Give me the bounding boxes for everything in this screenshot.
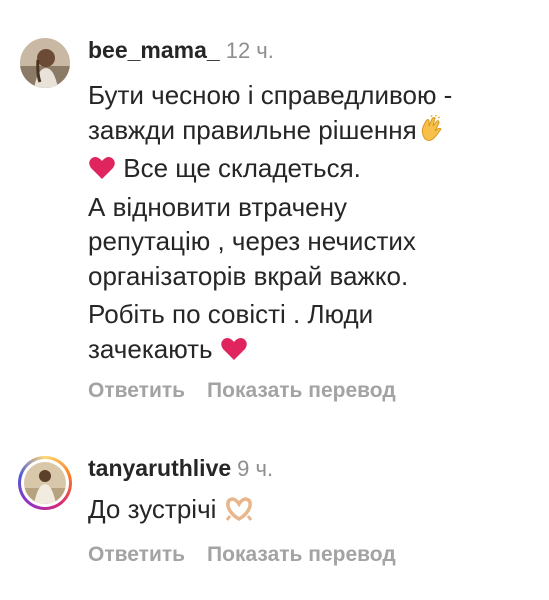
clapping-hands-icon (417, 113, 445, 141)
red-heart-icon (220, 336, 248, 362)
comment-paragraph: Бути чесною і справедливою - завжди прав… (88, 78, 528, 147)
comment-line: Робіть по совісті . Люди (88, 299, 374, 329)
comment-actions: Ответить Показать перевод (88, 378, 396, 404)
username[interactable]: bee_mama_ (88, 37, 220, 63)
comment: bee_mama_ 12 ч. Бути чесною і справедливо… (0, 0, 549, 420)
comment-line: А відновити втрачену (88, 191, 347, 222)
avatar[interactable] (18, 456, 72, 510)
comment-text: До зустрічі (88, 492, 528, 527)
timestamp: 9 ч. (237, 456, 274, 481)
comment-line: репутацію , через нечистих (88, 226, 416, 256)
show-translation-button[interactable]: Показать перевод (207, 543, 396, 566)
comment-header: bee_mama_ 12 ч. (88, 36, 274, 65)
comment-line: організаторів вкрай важко. (88, 260, 409, 291)
show-translation-button[interactable]: Показать перевод (207, 379, 396, 402)
avatar-image (24, 462, 66, 504)
comment-header: tanyaruthlive 9 ч. (88, 454, 273, 483)
comment: tanyaruthlive 9 ч. До зустрічі Ответить По… (0, 420, 549, 600)
comment-paragraph: Все ще складеться. (88, 151, 528, 186)
comment-line: До зустрічі (88, 494, 217, 524)
comment-paragraph: Робіть по совісті . Люди зачекають (88, 297, 528, 366)
username[interactable]: tanyaruthlive (88, 455, 231, 481)
comment-line: завжди правильне рішення (88, 114, 417, 145)
avatar[interactable] (20, 38, 70, 88)
reply-button[interactable]: Ответить (88, 379, 185, 402)
comment-line: зачекають (88, 333, 213, 364)
comment-paragraph: До зустрічі (88, 492, 528, 527)
comment-paragraph: А відновити втрачену репутацію , через н… (88, 190, 528, 294)
heart-hands-icon (224, 496, 252, 522)
comment-actions: Ответить Показать перевод (88, 542, 396, 568)
reply-button[interactable]: Ответить (88, 543, 185, 566)
comment-text: Бути чесною і справедливою - завжди прав… (88, 78, 528, 366)
red-heart-icon (88, 155, 116, 181)
comment-line: Все ще складеться. (123, 153, 361, 183)
timestamp: 12 ч. (225, 38, 274, 63)
comment-line: Бути чесною і справедливою - (88, 80, 453, 110)
